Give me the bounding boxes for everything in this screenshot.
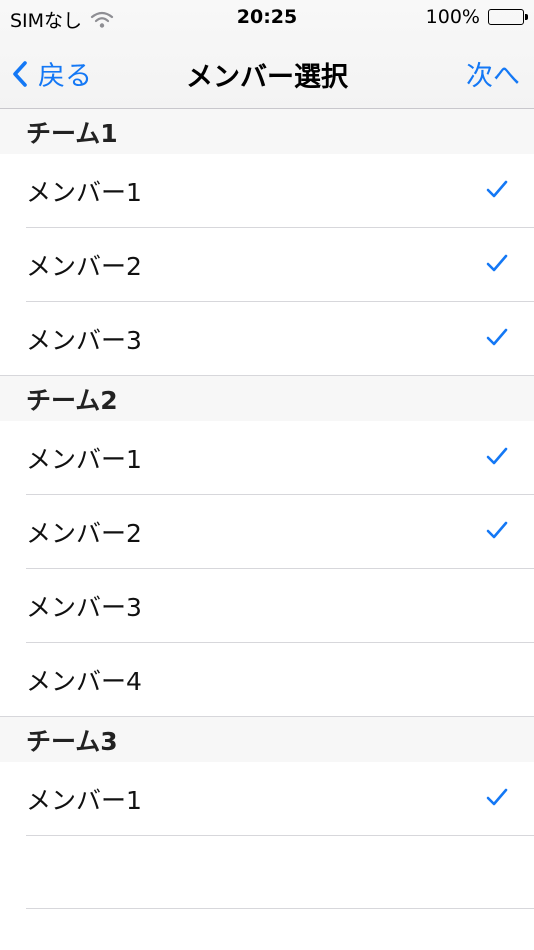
navigation-bar: 戻る メンバー選択 次へ xyxy=(0,36,534,108)
member-label: メンバー3 xyxy=(26,593,142,622)
member-label: メンバー2 xyxy=(26,519,142,548)
row-separator xyxy=(26,908,534,909)
member-label: メンバー3 xyxy=(26,326,142,355)
member-list: チーム1 メンバー1 メンバー2 メンバー3 チーム2 メンバー1 メンバー2 … xyxy=(0,109,534,836)
status-bar: SIMなし 20:25 100% xyxy=(0,0,534,36)
member-label: メンバー2 xyxy=(26,252,142,281)
section-header-team-1: チーム1 xyxy=(0,109,534,154)
member-label: メンバー1 xyxy=(26,178,142,207)
page-title: メンバー選択 xyxy=(186,62,348,93)
next-button[interactable]: 次へ xyxy=(466,54,520,93)
checkmark-icon xyxy=(486,254,508,272)
top-bar: SIMなし 20:25 100% 戻る メンバー選択 次へ xyxy=(0,0,534,109)
checkmark-icon xyxy=(486,447,508,465)
member-row[interactable]: メンバー1 xyxy=(0,762,534,836)
member-row[interactable]: メンバー1 xyxy=(0,154,534,228)
checkmark-icon xyxy=(486,180,508,198)
empty-list-area xyxy=(0,836,534,950)
member-label: メンバー4 xyxy=(26,667,142,696)
battery-status: 100% xyxy=(425,6,528,28)
checkmark-icon xyxy=(486,328,508,346)
member-label: メンバー1 xyxy=(26,786,142,815)
battery-icon xyxy=(488,9,528,25)
member-row[interactable]: メンバー4 xyxy=(0,643,534,717)
checkmark-icon xyxy=(486,521,508,539)
member-row[interactable]: メンバー1 xyxy=(0,421,534,495)
section-header-team-3: チーム3 xyxy=(0,717,534,762)
battery-percent: 100% xyxy=(425,6,480,28)
member-label: メンバー1 xyxy=(26,445,142,474)
member-row[interactable]: メンバー3 xyxy=(0,302,534,376)
member-row[interactable]: メンバー3 xyxy=(0,569,534,643)
member-row[interactable]: メンバー2 xyxy=(0,495,534,569)
member-row[interactable]: メンバー2 xyxy=(0,228,534,302)
checkmark-icon xyxy=(486,788,508,806)
section-header-team-2: チーム2 xyxy=(0,376,534,421)
